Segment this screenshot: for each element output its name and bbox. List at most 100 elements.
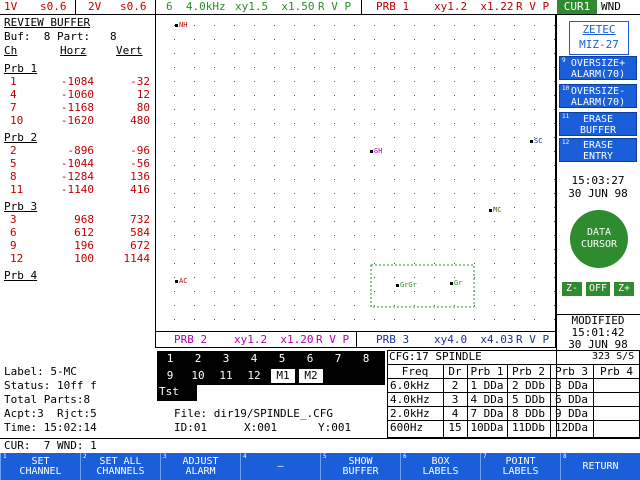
channel-number: 7 [10, 101, 17, 114]
vert-value: 12 [136, 88, 150, 101]
test-pf-label: Tst PF [159, 385, 179, 412]
ch1-scale: s0.6 [40, 0, 67, 13]
side-button-12[interactable]: 12 ERASE ENTRY [559, 138, 637, 162]
channel-select-6[interactable]: 6 [299, 352, 321, 366]
prb1-xy: xy1.2 x1.22 [434, 0, 514, 13]
cfg-cell: 1 DDa [470, 379, 504, 392]
data-cursor-button[interactable]: DATA CURSOR [570, 210, 628, 268]
cfg-cell: 600Hz [390, 421, 424, 434]
channel-select-M1[interactable]: M1 [271, 369, 295, 383]
side-button-9[interactable]: 9 OVERSIZE+ ALARM(70) [559, 56, 637, 80]
horz-value: -1044 [60, 157, 94, 170]
channel-select-12[interactable]: 12 [243, 369, 265, 383]
softkey-7[interactable]: 7 POINT LABELS [480, 453, 560, 480]
side-button-11[interactable]: 11 ERASE BUFFER [559, 112, 637, 136]
xy-readout: xy1.5 x1.50 [235, 0, 315, 13]
softkey-5[interactable]: 5 SHOW BUFFER [320, 453, 400, 480]
probe-group-header: Prb 3 [4, 200, 38, 213]
cfg-cell: 7 DDa [470, 407, 504, 420]
window-indicator[interactable]: WND [601, 0, 621, 14]
softkey-1[interactable]: 1 SET CHANNEL [0, 453, 80, 480]
zoom-off-button[interactable]: OFF [586, 282, 610, 296]
horz-value: -896 [67, 144, 95, 157]
channel-select-8[interactable]: 8 [355, 352, 377, 366]
panel-title: REVIEW BUFFER [4, 16, 91, 29]
cursor-marker[interactable] [530, 140, 533, 143]
channel-select-3[interactable]: 3 [215, 352, 237, 366]
prb3-rvp: R V P [516, 333, 550, 346]
probe-group-header: Prb 4 [4, 269, 38, 282]
channel-select-9[interactable]: 9 [159, 369, 181, 383]
accept-reject: Acpt:3 Rjct:5 [4, 407, 97, 420]
cfg-cell: 3 DDa [554, 379, 589, 392]
key-number: 8 [563, 453, 567, 460]
buffer-part: Buf: 8 Part: 8 [4, 30, 117, 43]
side-button-line1: ERASE [582, 140, 614, 151]
cursor-indicator[interactable]: CUR1 [557, 0, 597, 14]
file-y: Y:001 [318, 421, 352, 434]
cfg-cell: 4.0kHz [390, 393, 430, 406]
softkey-line2: BUFFER [342, 466, 379, 477]
ch1-volts: 1V [4, 0, 18, 13]
col-ch: Ch [4, 44, 18, 57]
cfg-cell: 2 [451, 379, 459, 392]
cursor-marker[interactable] [489, 209, 492, 212]
softkey-line1: — [277, 461, 284, 472]
channel-number: 4 [10, 88, 17, 101]
zoom-minus-button[interactable]: Z- [562, 282, 582, 296]
vert-value: 584 [130, 226, 150, 239]
cursor-marker[interactable] [175, 280, 178, 283]
cursor-marker[interactable] [370, 150, 373, 153]
cursor-marker[interactable] [175, 24, 178, 27]
key-number: 9 [562, 57, 566, 64]
channel-number: 2 [10, 144, 17, 157]
softkey-4[interactable]: 4— [240, 453, 320, 480]
cfg-cell: 12DDa [554, 421, 589, 434]
prb2-label: PRB 2 [174, 333, 208, 346]
brand-logo: ZETEC MIZ-27 [569, 21, 629, 55]
channel-select-M2[interactable]: M2 [299, 369, 323, 383]
softkey-6[interactable]: 6 BOX LABELS [400, 453, 480, 480]
softkey-line1: BOX [431, 456, 450, 467]
channel-select-11[interactable]: 11 [215, 369, 237, 383]
channel-number: 8 [10, 170, 17, 183]
channel-select-5[interactable]: 5 [271, 352, 293, 366]
prb2-xy: xy1.2 x1.20 [234, 333, 314, 346]
cursor-label: GrGr [400, 281, 417, 289]
channel-select-4[interactable]: 4 [243, 352, 265, 366]
scope-display[interactable]: NH SH SC MC AC GrGr Gr [155, 14, 556, 332]
horz-value: -1168 [60, 101, 94, 114]
cfg-cell: 8 DDb [511, 407, 546, 420]
cursor-marker[interactable] [396, 284, 399, 287]
side-button-line2: BUFFER [579, 125, 617, 136]
cfg-header: Prb 3 [554, 365, 589, 378]
vert-value: 480 [130, 114, 150, 127]
cfg-cell: 5 DDb [511, 393, 546, 406]
softkey-bar: 1 SET CHANNEL 2 SET ALL CHANNELS 3 ADJUST ALARM 4… [0, 453, 640, 480]
channel-select-7[interactable]: 7 [327, 352, 349, 366]
softkey-line2: ALARM [185, 466, 216, 477]
horz-value: 612 [74, 226, 94, 239]
key-number: 4 [243, 453, 247, 460]
cursor-marker[interactable] [450, 282, 453, 285]
cursor-label: NH [179, 21, 188, 29]
softkey-line2: LABELS [422, 466, 459, 477]
cursor-label: MC [493, 206, 502, 214]
softkey-8[interactable]: 8 RETURN [560, 453, 640, 480]
side-button-10[interactable]: 10 OVERSIZE- ALARM(70) [559, 84, 637, 108]
channel-selector-grid: 1 2 3 4 5 6 7 8 9 10 11 12 M1 M2 Tst PF [157, 351, 385, 412]
channel-select-10[interactable]: 10 [187, 369, 209, 383]
softkey-2[interactable]: 2 SET ALL CHANNELS [80, 453, 160, 480]
side-button-line2: ALARM(70) [570, 97, 626, 108]
softkey-3[interactable]: 3 ADJUST ALARM [160, 453, 240, 480]
channel-number: 5 [10, 157, 17, 170]
ch2-volts: 2V [88, 0, 102, 13]
rvp-readout: R V P [318, 0, 352, 13]
channel-select-1[interactable]: 1 [159, 352, 181, 366]
channel-select-2[interactable]: 2 [187, 352, 209, 366]
zoom-plus-button[interactable]: Z+ [614, 282, 634, 296]
horz-value: -1284 [60, 170, 94, 183]
softkey-line1: SET [31, 456, 50, 467]
side-button-line2: ENTRY [582, 151, 614, 162]
key-number: 10 [562, 85, 570, 92]
